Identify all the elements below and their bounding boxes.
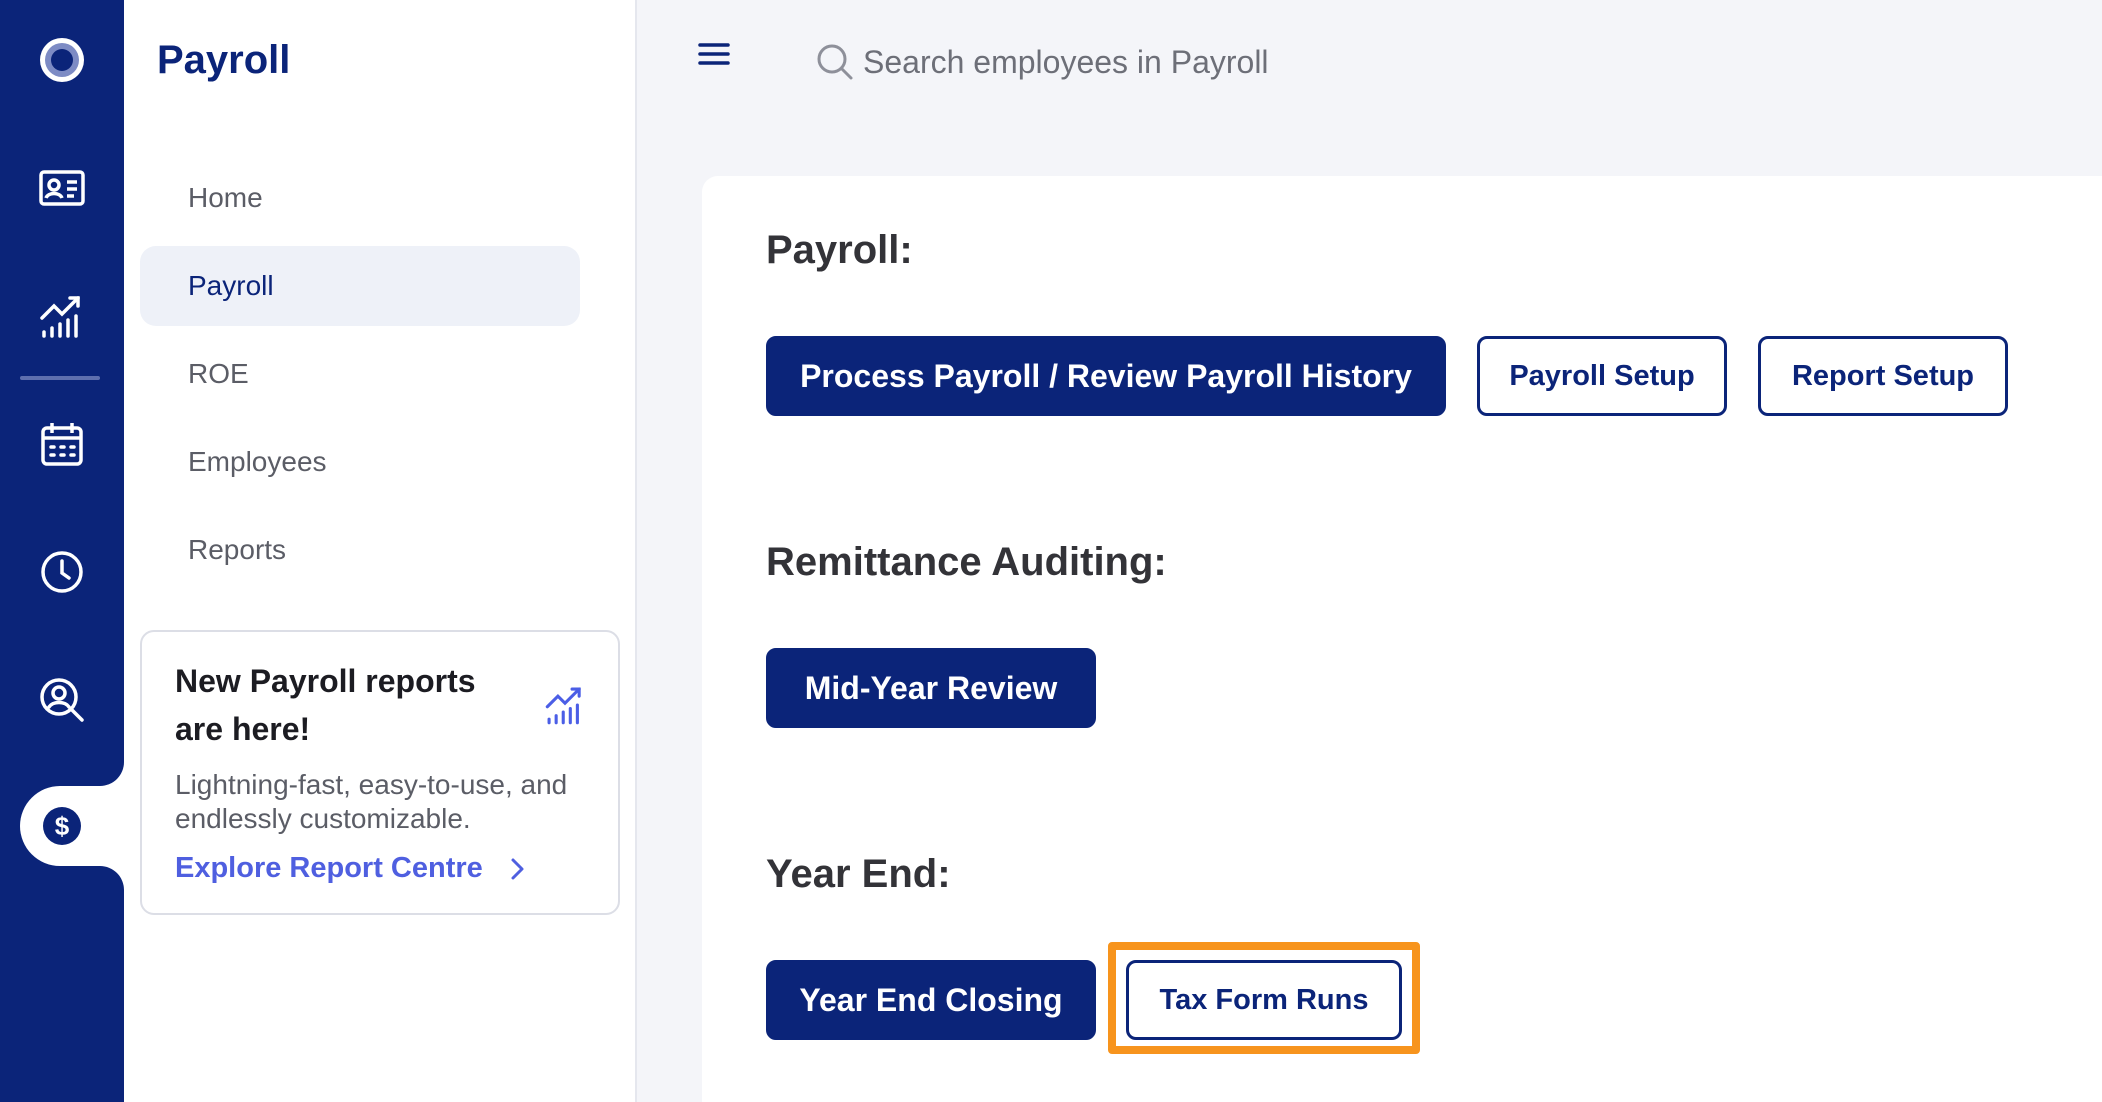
year-end-closing-button[interactable]: Year End Closing: [766, 960, 1096, 1040]
svg-text:$: $: [55, 811, 70, 841]
explore-report-centre-link[interactable]: Explore Report Centre: [175, 852, 529, 885]
search-input[interactable]: [863, 43, 1363, 81]
hamburger-menu-icon[interactable]: [694, 34, 734, 74]
rail-divider: [20, 376, 100, 380]
app-root: $ Payroll Home Payroll ROE Employees Rep…: [0, 0, 2102, 1102]
promo-description: Lightning-fast, easy-to-use, and endless…: [175, 769, 568, 834]
analytics-icon: [542, 682, 588, 728]
clock-icon[interactable]: [22, 532, 102, 612]
sidebar-item-payroll[interactable]: Payroll: [140, 246, 580, 326]
section-title-payroll: Payroll:: [766, 228, 913, 272]
sidebar-title: Payroll: [157, 38, 291, 82]
rail-active-notch: [100, 866, 124, 890]
main-card: Payroll: Process Payroll / Review Payrol…: [702, 176, 2102, 1102]
id-card-icon[interactable]: [22, 148, 102, 228]
calendar-icon[interactable]: [22, 404, 102, 484]
section-title-remittance-auditing: Remittance Auditing:: [766, 540, 1167, 584]
sidebar: Payroll Home Payroll ROE Employees Repor…: [124, 0, 637, 1102]
icon-rail: $: [0, 0, 130, 1102]
promo-link-label: Explore Report Centre: [175, 852, 483, 884]
report-setup-button[interactable]: Report Setup: [1758, 336, 2008, 416]
analytics-icon[interactable]: [22, 276, 102, 356]
person-search-icon[interactable]: [22, 660, 102, 740]
rail-active-notch: [100, 762, 124, 786]
sidebar-item-home[interactable]: Home: [140, 158, 580, 238]
sidebar-item-reports[interactable]: Reports: [140, 510, 580, 590]
mid-year-review-button[interactable]: Mid-Year Review: [766, 648, 1096, 728]
logo-icon[interactable]: [22, 20, 102, 100]
promo-title: New Payroll reports are here!: [175, 663, 476, 747]
sidebar-item-employees[interactable]: Employees: [140, 422, 580, 502]
tax-form-runs-button[interactable]: Tax Form Runs: [1126, 960, 1402, 1040]
sidebar-item-roe[interactable]: ROE: [140, 334, 580, 414]
section-title-year-end: Year End:: [766, 852, 951, 896]
payroll-setup-button[interactable]: Payroll Setup: [1477, 336, 1727, 416]
search-icon: [817, 44, 853, 80]
promo-card: New Payroll reports are here! Lightning-…: [140, 630, 620, 915]
process-payroll-button[interactable]: Process Payroll / Review Payroll History: [766, 336, 1446, 416]
chevron-right-icon: [511, 858, 524, 879]
search-bar: [815, 36, 1375, 88]
dollar-icon[interactable]: $: [22, 786, 102, 866]
